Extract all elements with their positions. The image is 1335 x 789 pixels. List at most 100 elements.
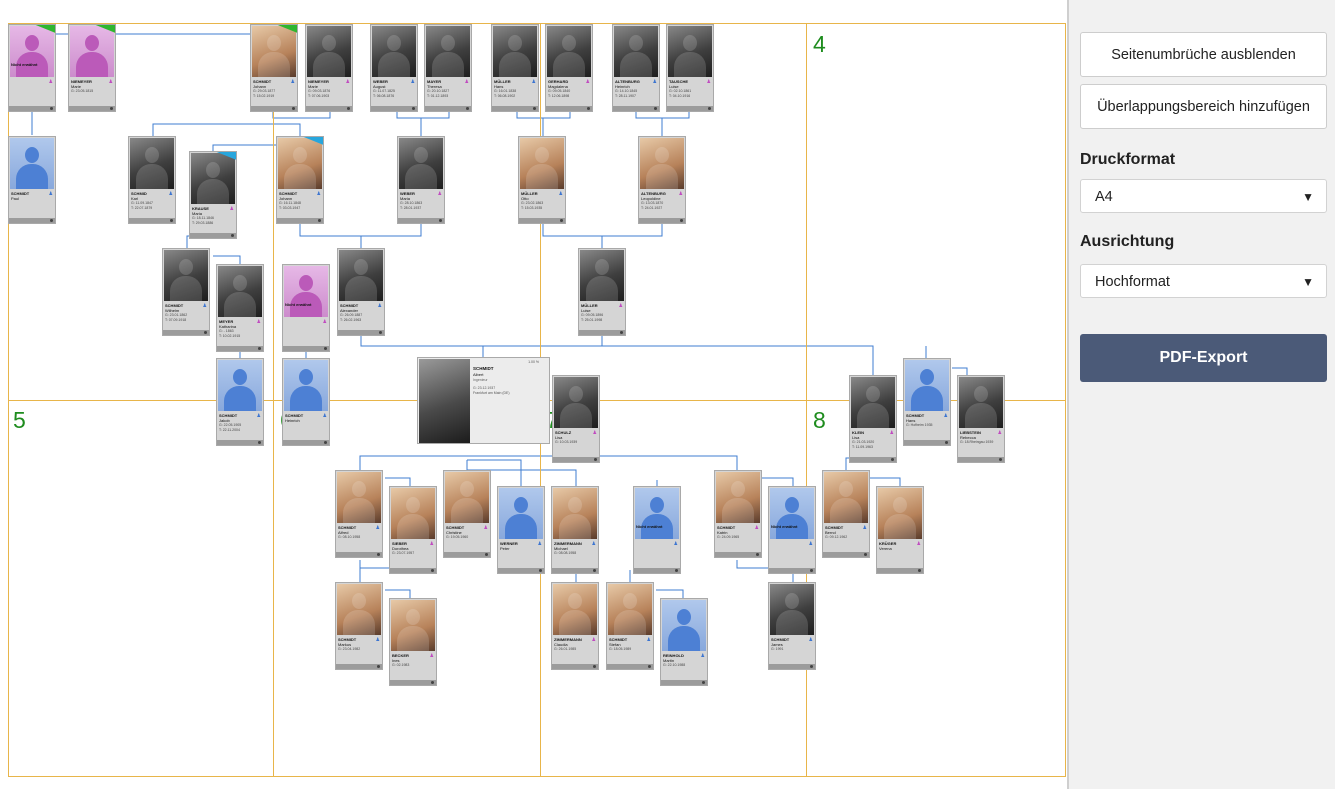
gender-icon: ♟ [652, 79, 657, 85]
person-card[interactable]: SCHMID Karl G: 11.09.1847 T: 22.07.1879 ♟ [128, 136, 176, 224]
person-card[interactable]: SCHMIDT Alfred G: 08.10.1958 ♟ [335, 470, 383, 558]
person-card[interactable]: MAYER Theresa G: 20.10.1827 T: 01.12.1893 ♟ [424, 24, 472, 112]
print-format-select[interactable]: A4 ▼ [1080, 179, 1327, 213]
person-card[interactable]: WEBER August G: 11.07.1825 T: 06.08.1876 ♟ [370, 24, 418, 112]
person-card[interactable]: ALTENBURG Heinrich G: 14.10.1845 T: 28.11.… [612, 24, 660, 112]
person-photo [307, 26, 351, 77]
person-photo [10, 138, 54, 189]
person-card[interactable]: BECKER Ines G: 02.1983 ♟ [389, 598, 437, 686]
person-card[interactable]: SCHMIDT Wilhelm G: 23.01.1862 T: 07.09.191… [162, 248, 210, 336]
person-card[interactable]: Nicht erwähnt ♟ [633, 486, 681, 574]
person-photo [218, 360, 262, 411]
person-card[interactable]: SCHMIDT Markus G: 23.04.1982 ♟ [335, 582, 383, 670]
tree-canvas[interactable]: 1 2 3 4 5 6 7 8 Nicht erwähnt♟NIEMEYERMa… [0, 0, 1067, 789]
gender-icon: ♟ [322, 413, 327, 419]
person-card[interactable]: SCHMIDT Stefan G: 18.05.1989 ♟ [606, 582, 654, 670]
person-card[interactable]: SCHMIDT Christine G: 19.05.1960 ♟ [443, 470, 491, 558]
person-card[interactable]: KLEIN Lisa G: 21.03.1920 T: 11.09.1963 ♟ [849, 375, 897, 463]
person-card[interactable]: ALTENBURG Leopoldine G: 13.03.1870 T: 24.0… [638, 136, 686, 224]
person-card[interactable]: SCHMIDT Hans G: Hofheim 1935 ♟ [903, 358, 951, 446]
page-number: 4 [813, 31, 826, 57]
focus-dates: G: 23.12.1937 Frankfurt am Main (DE) [473, 386, 510, 395]
person-card[interactable]: WERNER Peter ♟ [497, 486, 545, 574]
add-overlap-button[interactable]: Überlappungsbereich hinzufügen [1080, 84, 1327, 129]
card-footer [9, 106, 55, 111]
person-card[interactable]: GERHARD Magdalena G: 09.05.1840 T: 12.06.1… [545, 24, 593, 112]
person-card[interactable]: Nicht erwähnt ♟ [768, 486, 816, 574]
person-card[interactable]: WEBER Maria G: 28.10.1863 T: 28.01.1937 ♟ [397, 136, 445, 224]
person-card[interactable]: SCHMIDT Alexander G: 26.09.1887 T: 26.02.1… [337, 248, 385, 336]
person-card[interactable]: MÜLLER Otto G: 23.02.1863 T: 15.03.1935 ♟ [518, 136, 566, 224]
link-icon [620, 331, 623, 334]
link-icon [702, 681, 705, 684]
person-card[interactable]: SCHMIDT Jakob G: 22.05.1905 T: 22.11.2004 ♟ [216, 358, 264, 446]
gender-icon: ♟ [410, 79, 415, 85]
gender-icon: ♟ [591, 637, 596, 643]
person-card[interactable]: SCHMIDT Paul ♟ [8, 136, 56, 224]
person-card[interactable]: NIEMEYER Marie G: 23.05.1815 ♟ [68, 24, 116, 112]
link-icon [539, 569, 542, 572]
person-card[interactable]: Nicht erwähnt ♟ [282, 264, 330, 352]
person-card[interactable]: SCHMIDT Heinrich ♟ [282, 358, 330, 446]
gender-icon: ♟ [168, 191, 173, 197]
hide-page-breaks-button[interactable]: Seitenumbrüche ausblenden [1080, 32, 1327, 77]
person-card[interactable]: Nicht erwähnt ♟ [8, 24, 56, 112]
pdf-export-button[interactable]: PDF-Export [1080, 334, 1327, 382]
person-card[interactable]: ZIMMERMANN Michael G: 08.08.1958 ♟ [551, 486, 599, 574]
gender-icon: ♟ [531, 79, 536, 85]
link-icon [466, 107, 469, 110]
person-card[interactable]: KRAUSE Maria G: 18.11.1846 T: 29.03.1886 ♟ [189, 151, 237, 239]
person-card[interactable]: NIEMEYER Marie G: 09.03.1876 T: 07.06.1903… [305, 24, 353, 112]
person-card[interactable]: REINHOLD Martin G: 22.10.1988 ♟ [660, 598, 708, 686]
focus-person-card[interactable]: 1.00 % SCHMIDT Albert Ingenieur G: 23.12… [417, 357, 550, 444]
person-dates: G: 14.10.1845 T: 28.11.1907 [615, 89, 638, 98]
person-card[interactable]: MÜLLER Luise G: 09.05.1896 T: 25.01.1998 ♟ [578, 248, 626, 336]
card-footer [850, 457, 896, 462]
person-card[interactable]: MÜLLER Hans G: 16.01.1838 T: 06.08.1902 ♟ [491, 24, 539, 112]
person-dates: G: 22.05.1905 T: 22.11.2004 [219, 423, 242, 432]
person-photo [635, 488, 679, 539]
orientation-select[interactable]: Hochformat ▼ [1080, 264, 1327, 298]
link-icon [810, 665, 813, 668]
gender-icon: ♟ [558, 191, 563, 197]
person-card[interactable]: LIEBSTEIN Rebecca G: 18.Rheingau 1939 ♟ [957, 375, 1005, 463]
person-card[interactable]: SCHMIDT Katrin G: 24.09.1965 ♟ [714, 470, 762, 558]
card-footer [163, 330, 209, 335]
person-card[interactable]: SCHMIDT James G: 1991 ♟ [768, 582, 816, 670]
gender-icon: ♟ [889, 430, 894, 436]
person-dates: G: 09.12.1962 [825, 535, 848, 539]
person-card[interactable]: SIEBER Dorothea G: 23.07.1957 ♟ [389, 486, 437, 574]
person-photo [905, 360, 949, 411]
card-footer [715, 552, 761, 557]
card-footer [552, 664, 598, 669]
person-dates: G: 11.07.1825 T: 06.08.1876 [373, 89, 395, 98]
card-footer [69, 106, 115, 111]
link-icon [324, 347, 327, 350]
link-icon [533, 107, 536, 110]
person-card[interactable]: SCHMIDT Bernd G: 09.12.1962 ♟ [822, 470, 870, 558]
gender-icon: ♟ [706, 79, 711, 85]
person-card[interactable]: KRÜGER Verena ♟ [876, 486, 924, 574]
dropdown-caret-icon: ▼ [1302, 275, 1314, 289]
person-photo [372, 26, 416, 77]
gender-icon: ♟ [48, 79, 53, 85]
gender-icon: ♟ [316, 191, 321, 197]
card-footer [129, 218, 175, 223]
person-photo [445, 472, 489, 523]
gender-icon: ♟ [673, 541, 678, 547]
person-card[interactable]: MEYER Katharina G: - 1863 T: 10.02.1915 ♟ [216, 264, 264, 352]
person-card[interactable]: TAUSCHE Luise G: 02.10.1861 T: 04.10.1916 ♟ [666, 24, 714, 112]
card-footer [190, 233, 236, 238]
person-card[interactable]: SCHMIDT Johann G: 16.11.1848 T: 03.03.1947… [276, 136, 324, 224]
person-card[interactable]: SCHULZ Lisa G: 10.03.1939 ♟ [552, 375, 600, 463]
link-icon [431, 569, 434, 572]
person-card[interactable]: SCHMIDT Johann G: 29.03.1877 T: 15.02.1919… [250, 24, 298, 112]
person-card[interactable]: ZIMMERMANN Claudia G: 26.01.1985 ♟ [551, 582, 599, 670]
card-footer [823, 552, 869, 557]
link-icon [258, 441, 261, 444]
card-footer [958, 457, 1004, 462]
person-dates: G: 26.01.1985 [554, 647, 577, 651]
placeholder-label: Nicht erwähnt [11, 62, 38, 67]
card-footer [217, 346, 263, 351]
print-format-label: Druckformat [1080, 151, 1176, 168]
